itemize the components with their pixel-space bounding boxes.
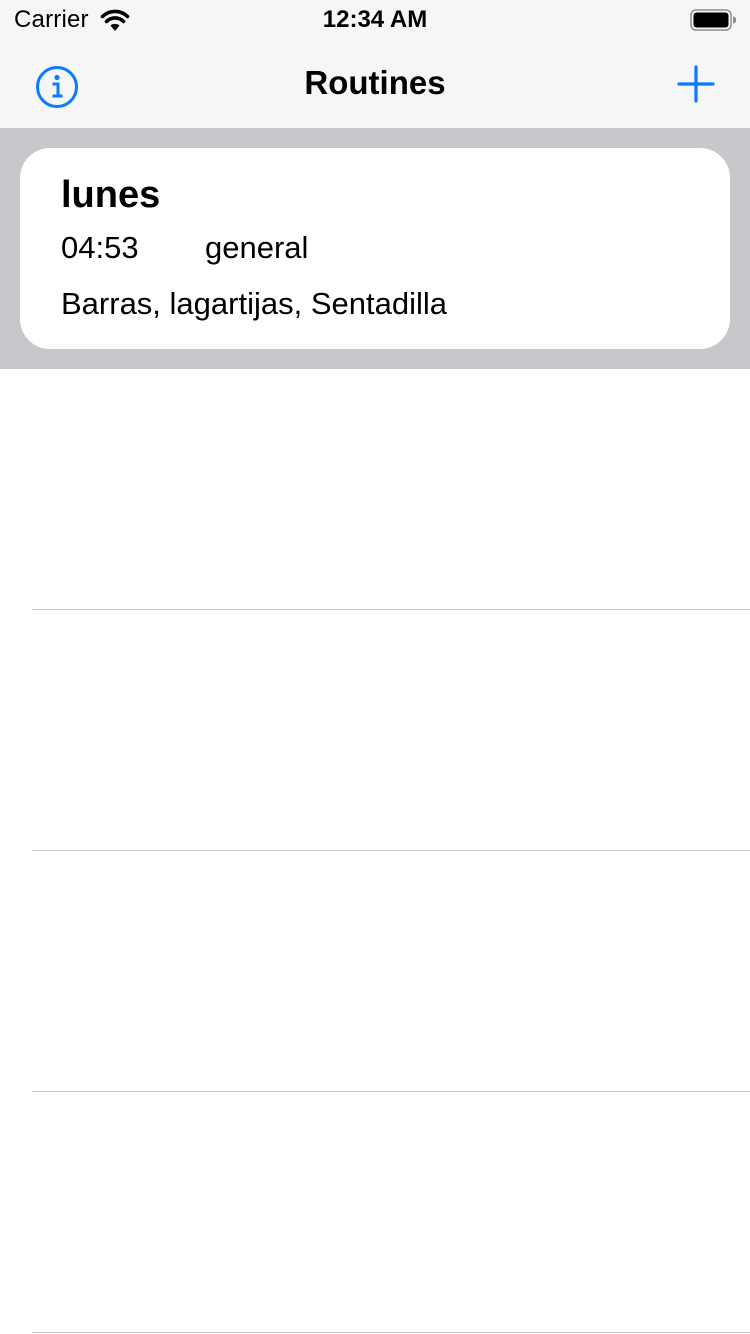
row-separator	[32, 1332, 750, 1333]
routine-card[interactable]: lunes 04:53 general Barras, lagartijas, …	[20, 148, 730, 349]
row-separator	[32, 609, 750, 610]
routine-time: 04:53	[61, 230, 139, 265]
plus-icon[interactable]	[676, 64, 716, 104]
routine-category: general	[205, 230, 309, 265]
status-time: 12:34 AM	[322, 6, 428, 33]
routine-exercises: Barras, lagartijas, Sentadilla	[61, 286, 447, 321]
status-bar: Carrier 12:34 AM	[0, 0, 750, 40]
navigation-bar: Routines	[0, 40, 750, 129]
battery-icon	[690, 9, 736, 31]
routine-title: lunes	[61, 174, 161, 216]
page-title: Routines	[304, 64, 446, 101]
row-separator	[32, 850, 750, 851]
row-separator	[32, 1091, 750, 1092]
